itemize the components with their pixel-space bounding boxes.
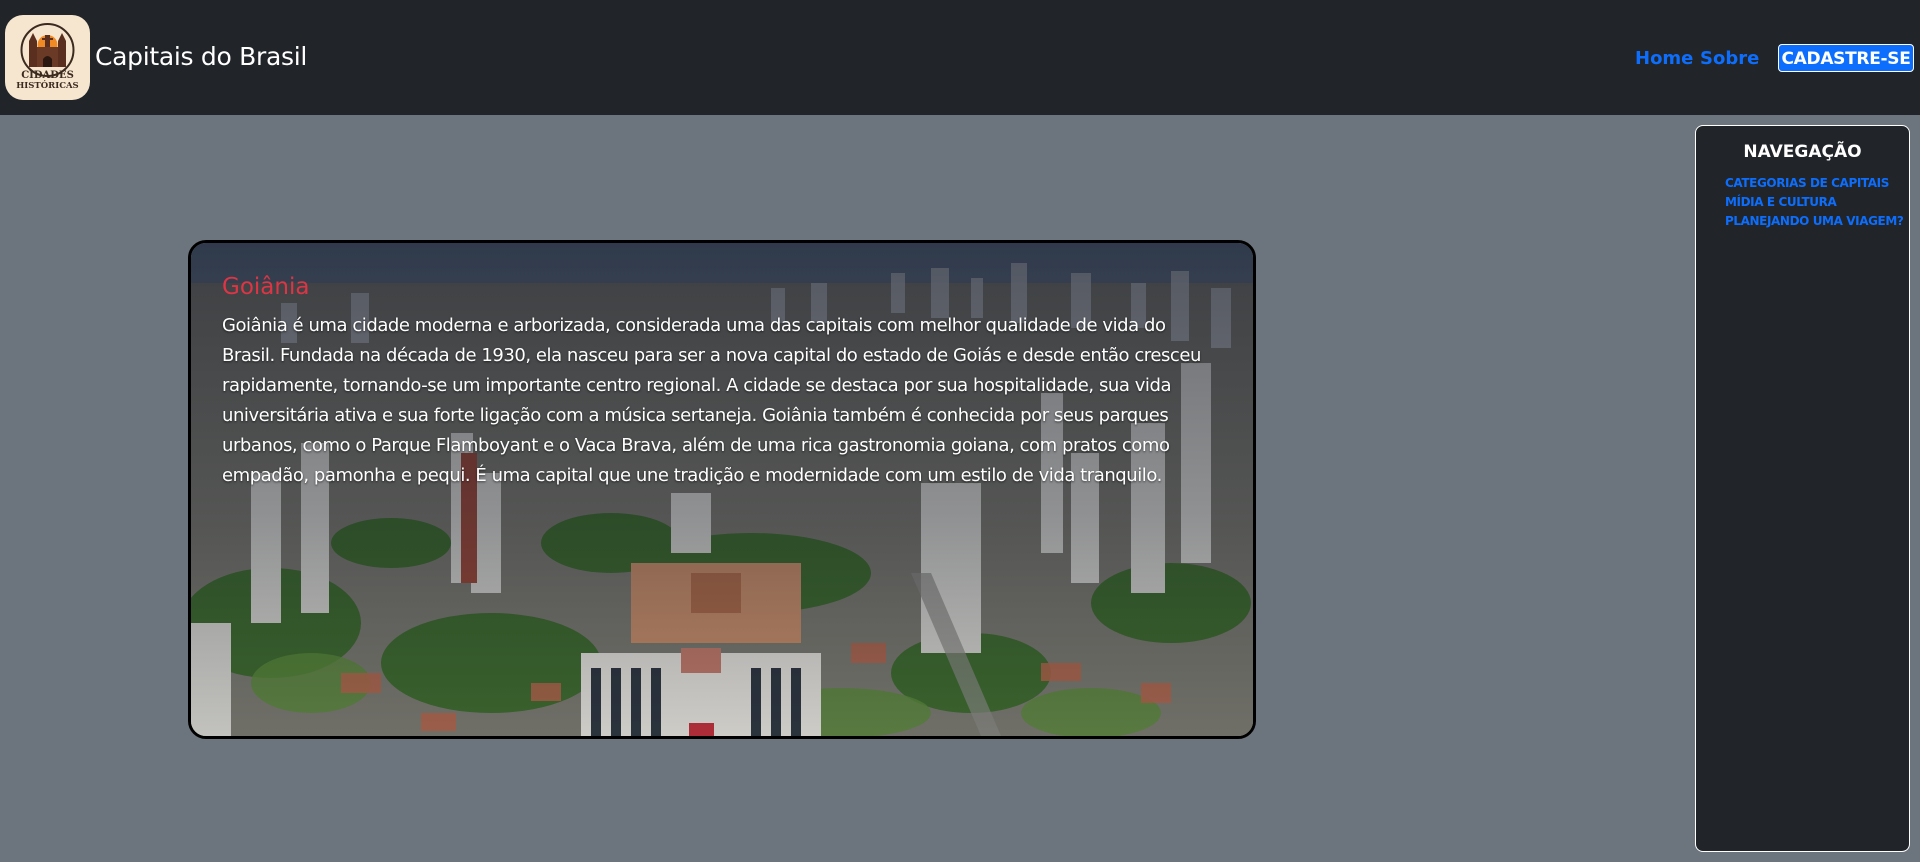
sidebar-navigation: NAVEGAÇÃO CATEGORIAS DE CAPITAIS MÍDIA E…	[1695, 125, 1910, 852]
sidebar-item-categorias[interactable]: CATEGORIAS DE CAPITAIS	[1725, 174, 1903, 193]
logo-text-line1: CIDADES	[21, 70, 74, 81]
city-description: Goiânia é uma cidade moderna e arborizad…	[222, 315, 1201, 486]
navbar: CIDADES HISTÓRICAS Capitais do Brasil Ho…	[0, 0, 1920, 115]
city-card: Goiânia Goiânia é uma cidade moderna e a…	[188, 240, 1256, 739]
sidebar-item-planejando-viagem[interactable]: PLANEJANDO UMA VIAGEM?	[1725, 212, 1904, 231]
site-logo[interactable]: CIDADES HISTÓRICAS	[5, 15, 90, 100]
brand-title[interactable]: Capitais do Brasil	[95, 42, 307, 71]
city-title: Goiânia	[222, 274, 310, 300]
sidebar-list: CATEGORIAS DE CAPITAIS MÍDIA E CULTURA P…	[1725, 174, 1904, 231]
logo-text-line2: HISTÓRICAS	[16, 81, 79, 91]
signup-button[interactable]: CADASTRE-SE	[1778, 44, 1914, 72]
nav-link-home[interactable]: Home	[1635, 48, 1693, 69]
sidebar-title: NAVEGAÇÃO	[1743, 142, 1862, 162]
nav-link-sobre[interactable]: Sobre	[1700, 48, 1759, 69]
sidebar-item-midia-cultura[interactable]: MÍDIA E CULTURA	[1725, 193, 1903, 212]
